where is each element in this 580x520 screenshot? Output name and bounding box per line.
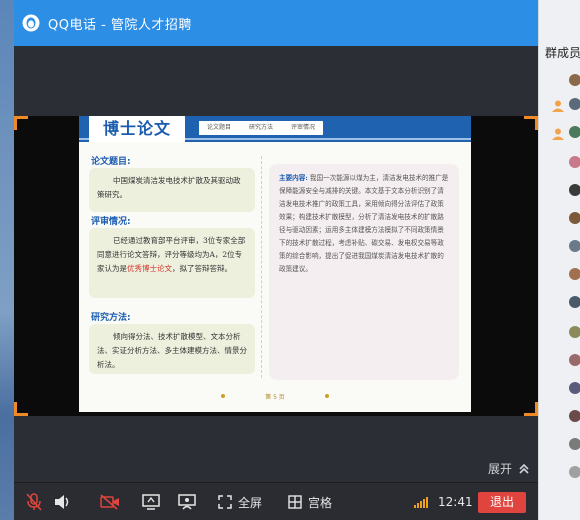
footer-dot	[221, 394, 226, 398]
slide-footer: 第 5 页	[79, 388, 471, 404]
frame-corner-top-left	[14, 116, 28, 130]
frame-corner-bottom-right	[524, 402, 538, 416]
frame-corner-bottom-left	[14, 402, 28, 416]
qq-call-window: QQ电话 - 管院人才招聘 博士论文 论文题目 研究方法 评审情况 论文题目: …	[14, 0, 538, 520]
expand-button[interactable]: 展开	[488, 460, 530, 477]
double-chevron-up-icon	[519, 463, 529, 474]
member-avatar[interactable]	[569, 354, 580, 366]
expand-label: 展开	[487, 462, 512, 476]
fullscreen-icon	[218, 495, 232, 509]
presenter-button[interactable]	[178, 483, 196, 520]
member-avatar[interactable]	[569, 212, 580, 224]
fullscreen-label: 全屏	[238, 495, 263, 510]
call-toolbar: 全屏 宫格 12:41 退出	[14, 482, 538, 520]
share-screen-button[interactable]	[142, 483, 160, 520]
member-avatar[interactable]	[569, 326, 580, 338]
presentation-slide: 博士论文 论文题目 研究方法 评审情况 论文题目: 中国煤炭清洁发电技术扩散及其…	[79, 116, 471, 412]
person-icon	[551, 126, 565, 140]
member-avatar[interactable]	[569, 410, 580, 422]
mute-mic-button[interactable]	[26, 483, 42, 520]
person-icon	[551, 98, 565, 112]
topic-text: 中国煤炭清洁发电技术扩散及其驱动政策研究。	[97, 176, 241, 199]
share-screen-icon	[142, 494, 160, 510]
member-panel: 群成员	[538, 0, 580, 520]
desktop-background	[0, 0, 14, 520]
slide-tab: 研究方法	[249, 124, 274, 131]
topic-box: 中国煤炭清洁发电技术扩散及其驱动政策研究。	[89, 168, 255, 212]
member-avatar[interactable]	[569, 184, 580, 196]
member-avatar[interactable]	[569, 74, 580, 86]
slide-tab: 论文题目	[207, 124, 232, 131]
member-avatar[interactable]	[569, 98, 580, 110]
mic-off-icon	[26, 493, 42, 511]
topic-label: 论文题目:	[91, 157, 131, 167]
review-highlight: 优秀博士论文	[127, 264, 172, 273]
member-avatar[interactable]	[569, 240, 580, 252]
method-box: 倾向得分法、技术扩散模型、文本分析法、实证分析方法、多主体建模方法、情景分析法。	[89, 324, 255, 374]
camera-button[interactable]	[100, 483, 120, 520]
call-duration: 12:41	[438, 495, 473, 509]
window-title: QQ电话 - 管院人才招聘	[48, 17, 192, 33]
slide-tab: 评审情况	[291, 124, 316, 131]
member-avatar[interactable]	[569, 296, 580, 308]
presenter-icon	[178, 494, 196, 510]
review-text-end: ，拟了答辩答辩。	[172, 264, 232, 273]
grid-label: 宫格	[308, 495, 333, 510]
member-avatar[interactable]	[569, 126, 580, 138]
member-panel-title: 群成员	[545, 46, 580, 60]
member-avatar[interactable]	[569, 466, 580, 478]
title-bar[interactable]: QQ电话 - 管院人才招聘	[14, 0, 538, 46]
screen-share-area: 博士论文 论文题目 研究方法 评审情况 论文题目: 中国煤炭清洁发电技术扩散及其…	[14, 46, 538, 482]
content-text: 我国一次能源以煤为主，清洁发电技术的推广是保障能源安全与减排的关键。本文基于文本…	[279, 174, 449, 273]
method-text: 倾向得分法、技术扩散模型、文本分析法、实证分析方法、多主体建模方法、情景分析法。	[97, 332, 247, 369]
slide-divider	[261, 156, 262, 378]
speaker-button[interactable]	[54, 483, 72, 520]
member-avatar[interactable]	[569, 382, 580, 394]
content-box: 主要内容: 我国一次能源以煤为主，清洁发电技术的推广是保障能源安全与减排的关键。…	[269, 164, 459, 380]
signal-strength-icon	[414, 496, 428, 508]
quit-call-button[interactable]: 退出	[478, 492, 526, 513]
member-avatar[interactable]	[569, 156, 580, 168]
grid-view-button[interactable]: 宫格	[288, 483, 332, 520]
member-avatar[interactable]	[569, 438, 580, 450]
member-avatar[interactable]	[569, 268, 580, 280]
method-label: 研究方法:	[91, 313, 131, 323]
frame-corner-top-right	[524, 116, 538, 130]
footer-dot	[324, 394, 329, 398]
review-label: 评审情况:	[91, 217, 131, 227]
slide-page-number: 第 5 页	[265, 393, 285, 401]
camera-off-icon	[100, 494, 119, 510]
fullscreen-button[interactable]: 全屏	[218, 483, 262, 520]
speaker-icon	[55, 495, 69, 509]
qq-logo-icon	[22, 14, 40, 32]
content-lead: 主要内容:	[279, 174, 308, 182]
grid-icon	[288, 495, 302, 509]
slide-title: 博士论文	[89, 116, 185, 142]
review-box: 已经通过教育部平台评审，3位专家全部同意进行论文答辩，评分等级均为A，2位专家认…	[89, 228, 255, 298]
slide-tabs: 论文题目 研究方法 评审情况	[199, 121, 324, 135]
